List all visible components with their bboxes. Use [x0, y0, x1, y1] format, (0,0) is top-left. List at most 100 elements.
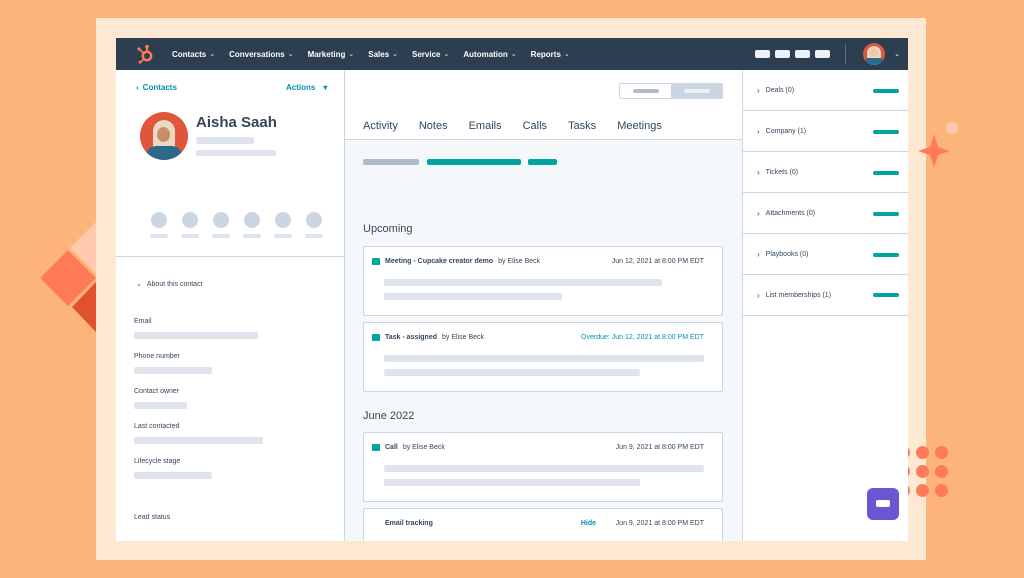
field-label-email: Email — [134, 318, 152, 325]
task-square-icon — [372, 334, 380, 341]
nav-label: Conversations — [229, 49, 285, 59]
activity-card-meeting[interactable]: Meeting - Cupcake creator demo by Elise … — [363, 246, 723, 316]
chevron-right-icon: › — [757, 127, 760, 136]
breadcrumb-contacts-link[interactable]: Contacts — [143, 83, 177, 92]
add-association-bar[interactable] — [873, 253, 899, 257]
activity-tabs: Activity Notes Emails Calls Tasks Meetin… — [363, 120, 662, 132]
nav-utility-button[interactable] — [775, 50, 791, 58]
section-title-month: June 2022 — [363, 410, 415, 422]
placeholder-bar — [384, 355, 704, 362]
chat-widget-button[interactable] — [867, 488, 899, 520]
phone-field-value[interactable] — [134, 367, 212, 374]
chevron-down-icon[interactable]: ⌄ — [894, 50, 900, 58]
association-label: Deals (0) — [765, 87, 795, 94]
field-label-owner: Contact owner — [134, 388, 180, 395]
nav-item-conversations[interactable]: Conversations ⌄ — [229, 50, 293, 59]
quick-action[interactable] — [212, 212, 230, 238]
divider — [116, 256, 344, 257]
nav-item-sales[interactable]: Sales ⌄ — [368, 50, 398, 59]
association-company[interactable]: › Company (1) — [743, 111, 908, 152]
breadcrumb[interactable]: ‹ Contacts — [136, 83, 177, 92]
activity-title: Call — [385, 444, 398, 451]
association-deals[interactable]: › Deals (0) — [743, 70, 908, 111]
tab-meetings[interactable]: Meetings — [617, 120, 662, 132]
chevron-down-icon: ⌄ — [443, 51, 450, 58]
nav-item-automation[interactable]: Automation ⌄ — [463, 50, 516, 59]
nav-utility-button[interactable] — [795, 50, 811, 58]
tab-activity[interactable]: Activity — [363, 120, 398, 132]
crm-app-window: Contacts ⌄ Conversations ⌄ Marketing ⌄ Sale… — [116, 38, 908, 541]
nav-item-service[interactable]: Service ⌄ — [412, 50, 449, 59]
nav-utility-button[interactable] — [815, 50, 831, 58]
lifecycle-field-value[interactable] — [134, 472, 212, 479]
association-label: List memberships (1) — [765, 292, 832, 299]
quick-action[interactable] — [181, 212, 199, 238]
tab-tasks[interactable]: Tasks — [568, 120, 596, 132]
contact-sidebar: ‹ Contacts Actions ▾ Aisha Saah ⌄ About … — [116, 70, 345, 541]
nav-label: Service — [412, 49, 441, 59]
main-nav-menu: Contacts ⌄ Conversations ⌄ Marketing ⌄ Sale… — [172, 50, 570, 59]
tab-calls[interactable]: Calls — [523, 120, 547, 132]
quick-action[interactable] — [274, 212, 292, 238]
actions-label: Actions — [286, 83, 316, 92]
quick-action[interactable] — [150, 212, 168, 238]
quick-action[interactable] — [305, 212, 323, 238]
about-section-toggle[interactable]: ⌄ About this contact — [136, 280, 203, 289]
add-association-bar[interactable] — [873, 212, 899, 216]
field-label-lead-status: Lead status — [134, 514, 171, 521]
association-attachments[interactable]: › Attachments (0) — [743, 193, 908, 234]
nav-utility-area: ⌄ — [755, 38, 900, 70]
association-list-memberships[interactable]: › List memberships (1) — [743, 275, 908, 316]
last-contacted-field-value[interactable] — [134, 437, 263, 444]
view-toggle-option[interactable] — [620, 84, 671, 98]
quick-actions-row — [150, 212, 323, 238]
activity-title: Task - assigned — [385, 334, 438, 341]
activity-overdue-date: Overdue: Jun 12, 2021 at 8:00 PM EDT — [581, 334, 704, 341]
nav-item-contacts[interactable]: Contacts ⌄ — [172, 50, 215, 59]
view-toggle-option-active[interactable] — [671, 84, 722, 98]
hubspot-logo-icon[interactable] — [136, 44, 156, 64]
tab-emails[interactable]: Emails — [469, 120, 502, 132]
activity-date: Jun 9, 2021 at 8:00 PM EDT — [615, 520, 704, 527]
filter-bar — [528, 159, 557, 165]
chevron-down-icon: ⌄ — [209, 51, 216, 58]
add-association-bar[interactable] — [873, 130, 899, 134]
associations-sidebar: › Deals (0) › Company (1) › Tickets (0) › At… — [742, 70, 908, 541]
chevron-down-icon: ⌄ — [136, 281, 142, 288]
activity-card-task[interactable]: Task - assigned by Elise Beck Overdue: J… — [363, 322, 723, 392]
task-square-icon — [372, 444, 380, 451]
activity-date: Jun 12, 2021 at 8:00 PM EDT — [611, 258, 704, 265]
activity-card-call[interactable]: Call by Elise Beck Jun 9, 2021 at 8:00 P… — [363, 432, 723, 502]
association-label: Tickets (0) — [765, 169, 799, 176]
quick-action[interactable] — [243, 212, 261, 238]
activity-timeline-panel: Activity Notes Emails Calls Tasks Meetin… — [345, 70, 742, 541]
field-label-lifecycle: Lifecycle stage — [134, 458, 181, 465]
activity-title: Email tracking — [385, 520, 433, 527]
owner-field-value[interactable] — [134, 402, 187, 409]
association-label: Company (1) — [765, 128, 807, 135]
chat-icon — [876, 500, 890, 507]
user-avatar[interactable] — [863, 43, 886, 65]
hide-link[interactable]: Hide — [581, 520, 596, 527]
nav-item-marketing[interactable]: Marketing ⌄ — [308, 50, 355, 59]
association-tickets[interactable]: › Tickets (0) — [743, 152, 908, 193]
actions-dropdown[interactable]: Actions ▾ — [286, 83, 327, 92]
task-square-icon — [372, 258, 380, 265]
sparkle-icon — [918, 122, 958, 168]
tab-notes[interactable]: Notes — [419, 120, 448, 132]
view-toggle[interactable] — [619, 83, 723, 99]
filter-bar — [427, 159, 521, 165]
placeholder-bar — [384, 279, 662, 286]
email-field-value[interactable] — [134, 332, 258, 339]
activity-owner: by Elise Beck — [442, 334, 485, 341]
association-playbooks[interactable]: › Playbooks (0) — [743, 234, 908, 275]
nav-utility-button[interactable] — [755, 50, 771, 58]
caret-down-icon: ▾ — [323, 83, 328, 92]
add-association-bar[interactable] — [873, 293, 899, 297]
nav-item-reports[interactable]: Reports ⌄ — [531, 50, 570, 59]
add-association-bar[interactable] — [873, 89, 899, 93]
placeholder-bar — [384, 293, 562, 300]
activity-card-email[interactable]: Email tracking Hide Jun 9, 2021 at 8:00 … — [363, 508, 723, 541]
add-association-bar[interactable] — [873, 171, 899, 175]
chevron-down-icon: ⌄ — [348, 51, 355, 58]
